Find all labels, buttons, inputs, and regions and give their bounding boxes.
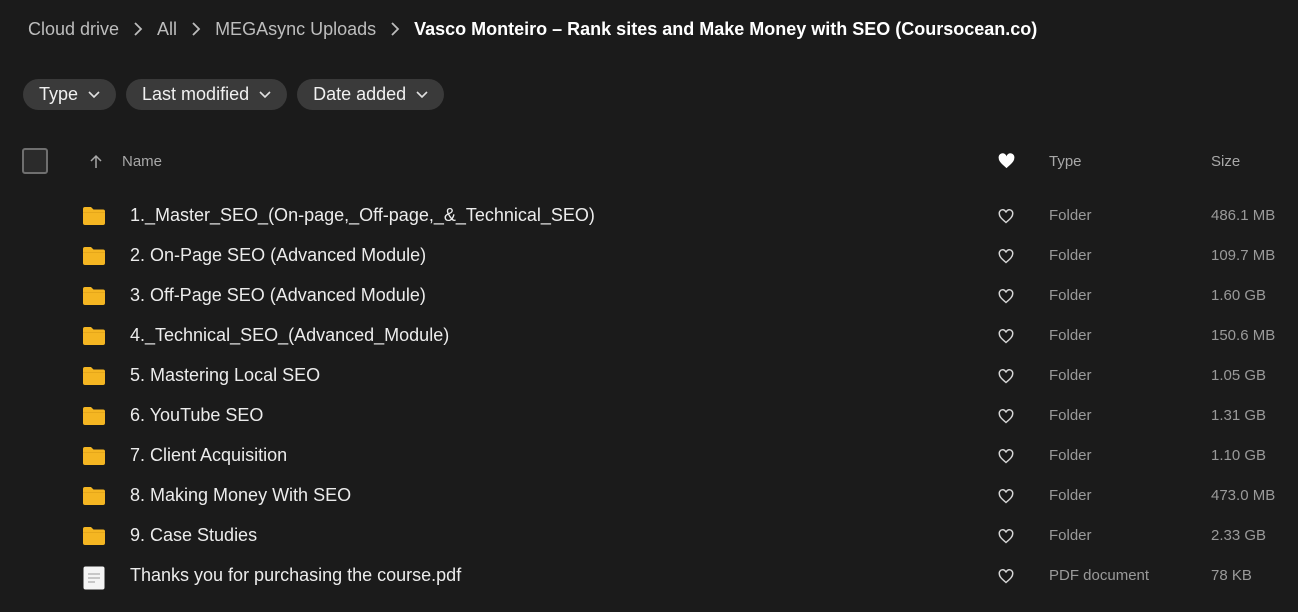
file-type: Folder xyxy=(1049,367,1092,384)
filter-last-modified-dropdown[interactable]: Last modified xyxy=(126,79,288,110)
table-header: Name Type Size xyxy=(0,146,1298,178)
table-row[interactable]: 5. Mastering Local SEO Folder 1.05 GB xyxy=(0,356,1298,396)
table-row[interactable]: 9. Case Studies Folder 2.33 GB xyxy=(0,516,1298,556)
pdf-file-icon xyxy=(82,566,106,595)
select-all-checkbox[interactable] xyxy=(22,148,48,174)
favorite-heart-icon[interactable] xyxy=(998,489,1014,509)
column-header-name[interactable]: Name xyxy=(122,153,162,170)
favorite-heart-icon[interactable] xyxy=(998,569,1014,589)
breadcrumb-current-folder: Vasco Monteiro – Rank sites and Make Mon… xyxy=(414,18,1038,39)
table-row[interactable]: Thanks you for purchasing the course.pdf… xyxy=(0,556,1298,596)
table-row[interactable]: 1._Master_SEO_(On-page,_Off-page,_&_Tech… xyxy=(0,196,1298,236)
chevron-right-icon xyxy=(133,22,143,36)
file-name: 2. On-Page SEO (Advanced Module) xyxy=(130,245,427,265)
breadcrumb-megasync-uploads[interactable]: MEGAsync Uploads xyxy=(215,19,376,40)
file-type: Folder xyxy=(1049,447,1092,464)
file-type: Folder xyxy=(1049,327,1092,344)
filter-bar: Type Last modified Date added xyxy=(23,79,445,110)
file-size: 2.33 GB xyxy=(1211,527,1267,544)
folder-icon xyxy=(82,486,106,511)
favorite-heart-icon[interactable] xyxy=(998,369,1014,389)
filter-type-label: Type xyxy=(39,84,79,104)
file-type: Folder xyxy=(1049,487,1092,504)
table-row[interactable]: 7. Client Acquisition Folder 1.10 GB xyxy=(0,436,1298,476)
table-row[interactable]: 3. Off-Page SEO (Advanced Module) Folder 1… xyxy=(0,276,1298,316)
file-name: 9. Case Studies xyxy=(130,525,258,545)
chevron-right-icon xyxy=(191,22,201,36)
file-name: 6. YouTube SEO xyxy=(130,405,264,425)
file-size: 1.05 GB xyxy=(1211,367,1267,384)
folder-icon xyxy=(82,526,106,551)
table-row[interactable]: 8. Making Money With SEO Folder 473.0 MB xyxy=(0,476,1298,516)
file-list: 1._Master_SEO_(On-page,_Off-page,_&_Tech… xyxy=(0,196,1298,596)
chevron-down-icon xyxy=(88,90,100,98)
file-type: Folder xyxy=(1049,527,1092,544)
file-type: Folder xyxy=(1049,207,1092,224)
breadcrumb-all[interactable]: All xyxy=(157,19,177,40)
chevron-right-icon xyxy=(390,22,400,36)
file-size: 150.6 MB xyxy=(1211,327,1276,344)
column-header-size[interactable]: Size xyxy=(1211,153,1240,170)
file-size: 486.1 MB xyxy=(1211,207,1276,224)
chevron-down-icon xyxy=(416,90,428,98)
folder-icon xyxy=(82,366,106,391)
file-size: 473.0 MB xyxy=(1211,487,1276,504)
file-size: 109.7 MB xyxy=(1211,247,1276,264)
chevron-down-icon xyxy=(259,90,271,98)
file-name: 7. Client Acquisition xyxy=(130,445,288,465)
filter-date-added-label: Date added xyxy=(313,84,407,104)
favorite-heart-icon[interactable] xyxy=(998,249,1014,269)
folder-icon xyxy=(82,446,106,471)
folder-icon xyxy=(82,406,106,431)
file-size: 1.31 GB xyxy=(1211,407,1267,424)
file-name: 5. Mastering Local SEO xyxy=(130,365,321,385)
table-row[interactable]: 4._Technical_SEO_(Advanced_Module) Folder… xyxy=(0,316,1298,356)
file-name: 1._Master_SEO_(On-page,_Off-page,_&_Tech… xyxy=(130,205,595,225)
column-header-type[interactable]: Type xyxy=(1049,153,1082,170)
file-size: 1.10 GB xyxy=(1211,447,1267,464)
favorite-heart-icon[interactable] xyxy=(998,209,1014,229)
sort-ascending-icon[interactable] xyxy=(89,154,103,169)
favorite-heart-icon[interactable] xyxy=(998,289,1014,309)
table-row[interactable]: 6. YouTube SEO Folder 1.31 GB xyxy=(0,396,1298,436)
file-name: Thanks you for purchasing the course.pdf xyxy=(130,565,462,585)
file-size: 78 KB xyxy=(1211,567,1252,584)
file-type: Folder xyxy=(1049,247,1092,264)
favorite-heart-icon[interactable] xyxy=(998,329,1014,349)
heart-filled-icon xyxy=(998,153,1015,169)
file-type: PDF document xyxy=(1049,567,1150,584)
breadcrumb-cloud-drive[interactable]: Cloud drive xyxy=(28,19,119,40)
favorite-heart-icon[interactable] xyxy=(998,449,1014,469)
folder-icon xyxy=(82,206,106,231)
breadcrumb: Cloud drive All MEGAsync Uploads Vasco M… xyxy=(28,17,1037,41)
file-type: Folder xyxy=(1049,287,1092,304)
table-row[interactable]: 2. On-Page SEO (Advanced Module) Folder 10… xyxy=(0,236,1298,276)
favorite-heart-icon[interactable] xyxy=(998,529,1014,549)
file-type: Folder xyxy=(1049,407,1092,424)
filter-last-modified-label: Last modified xyxy=(142,84,250,104)
folder-icon xyxy=(82,286,106,311)
file-name: 4._Technical_SEO_(Advanced_Module) xyxy=(130,325,450,345)
file-size: 1.60 GB xyxy=(1211,287,1267,304)
folder-icon xyxy=(82,326,106,351)
folder-icon xyxy=(82,246,106,271)
file-name: 8. Making Money With SEO xyxy=(130,485,352,505)
filter-type-dropdown[interactable]: Type xyxy=(23,79,117,110)
favorite-heart-icon[interactable] xyxy=(998,409,1014,429)
filter-date-added-dropdown[interactable]: Date added xyxy=(297,79,445,110)
file-name: 3. Off-Page SEO (Advanced Module) xyxy=(130,285,426,305)
